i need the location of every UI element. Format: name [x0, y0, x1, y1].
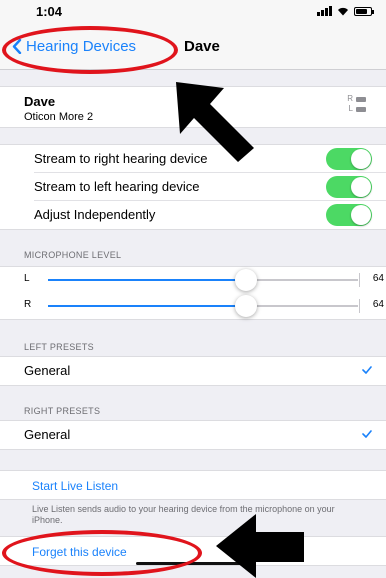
adjust-independently-toggle[interactable] — [326, 204, 372, 226]
right-mic-slider[interactable] — [48, 295, 360, 317]
status-time: 1:04 — [36, 4, 63, 19]
right-ear-label: R — [347, 94, 353, 103]
right-mic-slider-end — [359, 299, 360, 313]
signal-icon — [317, 6, 332, 16]
annotation-arrow-left — [216, 514, 304, 578]
left-mic-slider[interactable] — [48, 269, 360, 291]
stream-left-row: Stream to left hearing device — [34, 173, 386, 201]
stream-left-label: Stream to left hearing device — [34, 179, 200, 194]
right-presets-group: General — [0, 420, 386, 450]
annotation-ellipse-back — [2, 26, 178, 74]
wifi-icon — [338, 7, 348, 16]
right-battery-icon — [356, 96, 366, 102]
status-icons — [317, 6, 374, 16]
right-presets-header: RIGHT PRESETS — [24, 406, 101, 416]
left-mic-row: L 64 — [0, 267, 386, 293]
left-mic-slider-end — [359, 273, 360, 287]
right-mic-slider-fill — [48, 305, 247, 307]
left-ear-label: L — [348, 104, 353, 113]
page-title: Dave — [184, 38, 220, 55]
checkmark-icon — [362, 366, 372, 374]
status-bar: 1:04 — [0, 0, 386, 24]
left-mic-slider-fill — [48, 279, 247, 281]
microphone-level-header: MICROPHONE LEVEL — [24, 250, 122, 260]
left-battery-icon — [356, 106, 366, 112]
device-name: Dave — [24, 94, 56, 109]
ear-battery-status: R L — [347, 94, 366, 114]
left-mic-slider-thumb[interactable] — [235, 269, 258, 291]
battery-icon — [354, 7, 374, 16]
adjust-independently-row: Adjust Independently — [34, 201, 386, 229]
live-listen-note: Live Listen sends audio to your hearing … — [32, 504, 335, 525]
right-mic-slider-thumb[interactable] — [235, 295, 258, 317]
left-mic-label: L — [24, 273, 30, 284]
stream-left-toggle[interactable] — [326, 176, 372, 198]
checkmark-icon — [362, 430, 372, 438]
right-mic-label: R — [24, 299, 32, 310]
left-preset-general[interactable]: General — [0, 357, 386, 385]
microphone-level-group: L 64 R 64 — [0, 266, 386, 320]
left-presets-header: LEFT PRESETS — [24, 342, 94, 352]
annotation-ellipse-forget — [2, 530, 202, 576]
stream-right-toggle[interactable] — [326, 148, 372, 170]
start-live-listen-label: Start Live Listen — [32, 479, 119, 493]
left-mic-value: 64 — [372, 273, 384, 284]
left-preset-label: General — [24, 363, 71, 378]
start-live-listen-button[interactable]: Start Live Listen — [0, 470, 386, 500]
right-mic-value: 64 — [372, 299, 384, 310]
annotation-arrow-up-left — [176, 82, 254, 162]
left-presets-group: General — [0, 356, 386, 386]
device-model: Oticon More 2 — [24, 111, 94, 123]
right-mic-row: R 64 — [0, 293, 386, 319]
right-preset-label: General — [24, 427, 71, 442]
right-preset-general[interactable]: General — [0, 421, 386, 449]
adjust-independently-label: Adjust Independently — [34, 207, 156, 222]
